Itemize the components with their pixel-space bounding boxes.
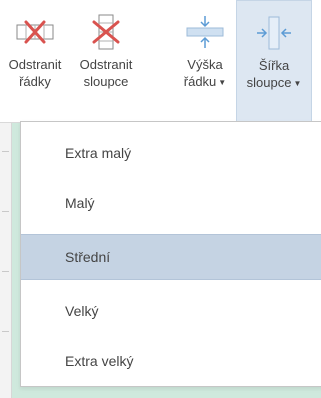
column-width-button[interactable]: Šířka sloupce ▼ xyxy=(236,0,312,123)
column-width-label-1: Šířka xyxy=(258,58,290,73)
ribbon: Odstranit řádky Odstranit sloupce Výška … xyxy=(0,0,321,123)
row-height-icon xyxy=(180,14,230,50)
menu-item-medium[interactable]: Střední xyxy=(21,234,321,280)
row-height-button[interactable]: Výška řádku ▼ xyxy=(180,14,230,91)
row-height-label-1: Výška xyxy=(187,57,223,72)
menu-item-label: Velký xyxy=(65,303,99,319)
delete-columns-button[interactable]: Odstranit sloupce xyxy=(70,14,142,90)
menu-item-label: Střední xyxy=(65,249,111,265)
menu-item-label: Extra malý xyxy=(65,145,132,161)
column-width-icon xyxy=(237,15,311,51)
menu-item-label: Extra velký xyxy=(65,353,134,369)
menu-item-large[interactable]: Velký xyxy=(21,288,321,334)
column-width-label-2: sloupce ▼ xyxy=(246,75,302,90)
row-height-caret-icon: ▼ xyxy=(218,78,227,88)
delete-columns-icon xyxy=(70,14,142,50)
sheet-row-header-strip xyxy=(0,123,12,398)
delete-rows-icon xyxy=(0,14,70,50)
column-width-dropdown-menu: Extra malý Malý Střední Velký Extra velk… xyxy=(20,121,321,387)
delete-columns-label-1: Odstranit xyxy=(79,57,133,72)
delete-rows-button[interactable]: Odstranit řádky xyxy=(0,14,70,90)
menu-item-label: Malý xyxy=(65,195,95,211)
menu-item-extra-small[interactable]: Extra malý xyxy=(21,130,321,176)
delete-columns-label-2: sloupce xyxy=(83,74,129,89)
column-width-caret-icon: ▼ xyxy=(293,79,302,89)
delete-rows-label-1: Odstranit xyxy=(8,57,62,72)
row-height-label-2: řádku ▼ xyxy=(183,74,227,89)
menu-item-extra-large[interactable]: Extra velký xyxy=(21,338,321,384)
menu-item-small[interactable]: Malý xyxy=(21,180,321,226)
delete-rows-label-2: řádky xyxy=(19,74,51,89)
